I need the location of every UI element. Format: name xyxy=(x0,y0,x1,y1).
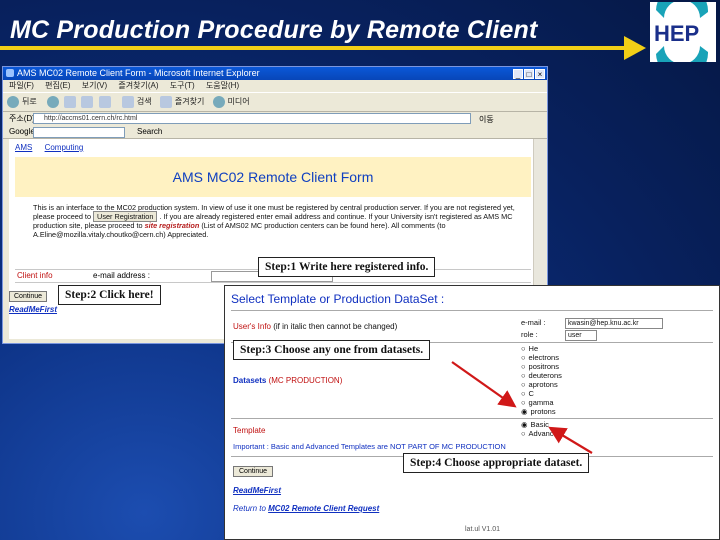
slide-title: MC Production Procedure by Remote Client xyxy=(10,16,538,44)
return-line: Return to MC02 Remote Client Request xyxy=(233,504,379,513)
search-icon[interactable] xyxy=(121,95,134,108)
media-icon[interactable] xyxy=(212,95,225,108)
continue-button[interactable]: Continue xyxy=(9,291,48,302)
role-field-label: role : xyxy=(521,330,538,339)
favorites-label[interactable]: 즐겨찾기 xyxy=(175,97,204,106)
close-button[interactable]: × xyxy=(535,69,545,79)
site-registration-link[interactable]: site registration xyxy=(145,221,200,230)
users-info-note: (if in italic then cannot be changed) xyxy=(273,322,398,331)
hep-logo: HEP xyxy=(650,0,716,80)
users-info-label: User's Info (if in italic then cannot be… xyxy=(233,322,397,331)
maximize-button[interactable]: □ xyxy=(524,69,534,79)
datasets-title: Datasets xyxy=(233,376,267,385)
email-field-label: e-mail : xyxy=(521,318,546,327)
dataset-radio-positrons[interactable]: positrons xyxy=(521,362,562,371)
address-input[interactable]: http://accms01.cern.ch/rc.html xyxy=(33,113,471,124)
browser-toolbar: 뒤로 검색 즐겨찾기 미디어 xyxy=(3,92,547,112)
nav-link-computing[interactable]: Computing xyxy=(45,143,84,152)
important-notice: Important : Basic and Advanced Templates… xyxy=(233,442,506,451)
minimize-button[interactable]: _ xyxy=(513,69,523,79)
step3-callout: Step:3 Choose any one from datasets. xyxy=(233,340,431,360)
menu-view[interactable]: 보기(V) xyxy=(82,81,107,90)
title-arrow-head xyxy=(624,36,646,60)
address-label: 주소(D) xyxy=(9,114,35,123)
dataset-radio-gamma[interactable]: gamma xyxy=(521,398,562,407)
forward-icon[interactable] xyxy=(46,95,59,108)
dataset-radio-group: He electrons positrons deuterons aproton… xyxy=(521,344,562,416)
continue-button-2[interactable]: Continue xyxy=(233,466,274,477)
window-title: AMS MC02 Remote Client Form - Microsoft … xyxy=(17,68,260,78)
email-field[interactable]: kwasin@hep.knu.ac.kr xyxy=(565,318,663,329)
page-header: AMS MC02 Remote Client Form xyxy=(15,157,531,197)
template-radio-group: Basic Advanced xyxy=(521,420,562,438)
divider xyxy=(231,310,713,311)
dataset-radio-c[interactable]: C xyxy=(521,389,562,398)
google-toolbar: Google Search xyxy=(3,126,547,139)
template-label: Template xyxy=(233,426,266,435)
google-search-input[interactable] xyxy=(33,127,125,138)
menu-file[interactable]: 파일(F) xyxy=(9,81,34,90)
menu-edit[interactable]: 편집(E) xyxy=(45,81,70,90)
search-label[interactable]: 검색 xyxy=(137,97,152,106)
email-label: e-mail address : xyxy=(93,271,150,280)
divider xyxy=(231,418,713,419)
client-info-label: Client info xyxy=(17,271,53,280)
back-label[interactable]: 뒤로 xyxy=(22,97,37,106)
window-titlebar: AMS MC02 Remote Client Form - Microsoft … xyxy=(3,67,547,80)
return-link[interactable]: MC02 Remote Client Request xyxy=(268,504,379,513)
menu-help[interactable]: 도움말(H) xyxy=(206,81,239,90)
version-footer: lat.ul V1.01 xyxy=(465,526,501,533)
google-label: Google xyxy=(9,127,35,136)
favorites-icon[interactable] xyxy=(159,95,172,108)
users-info-title: User's Info xyxy=(233,322,271,331)
template-radio-basic[interactable]: Basic xyxy=(521,420,562,429)
dataset-radio-he[interactable]: He xyxy=(521,344,562,353)
readme-link[interactable]: ReadMeFirst xyxy=(9,305,57,314)
title-arrow-shaft xyxy=(0,46,636,50)
datasets-label: Datasets (MC PRODUCTION) xyxy=(233,376,342,385)
ie-icon xyxy=(6,69,14,77)
datasets-subtitle: (MC PRODUCTION) xyxy=(268,376,343,385)
template-selection-page: Select Template or Production DataSet : … xyxy=(224,285,720,540)
google-search-button[interactable]: Search xyxy=(137,126,162,138)
dataset-radio-deuterons[interactable]: deuterons xyxy=(521,371,562,380)
template-radio-advanced[interactable]: Advanced xyxy=(521,429,562,438)
address-bar: 주소(D) http://accms01.cern.ch/rc.html 이동 xyxy=(3,112,547,126)
nav-link-ams[interactable]: AMS xyxy=(15,143,32,152)
menu-bar: 파일(F) 편집(E) 보기(V) 즐겨찾기(A) 도구(T) 도움말(H) xyxy=(3,80,547,92)
refresh-icon[interactable] xyxy=(81,95,94,108)
step2-callout: Step:2 Click here! xyxy=(58,285,161,305)
dataset-radio-electrons[interactable]: electrons xyxy=(521,353,562,362)
return-prefix: Return to xyxy=(233,504,266,513)
role-field: user xyxy=(565,330,597,341)
step1-callout: Step:1 Write here registered info. xyxy=(258,257,436,277)
step4-callout: Step:4 Choose appropriate dataset. xyxy=(403,453,590,473)
stop-icon[interactable] xyxy=(64,95,77,108)
go-button[interactable]: 이동 xyxy=(479,113,494,127)
menu-favorites[interactable]: 즐겨찾기(A) xyxy=(118,81,158,90)
home-icon[interactable] xyxy=(98,95,111,108)
media-label[interactable]: 미디어 xyxy=(228,97,250,106)
dataset-radio-aprotons[interactable]: aprotons xyxy=(521,380,562,389)
selection-title: Select Template or Production DataSet : xyxy=(231,292,445,306)
menu-tools[interactable]: 도구(T) xyxy=(170,81,195,90)
logo-text: HEP xyxy=(654,21,699,46)
readme-link-2[interactable]: ReadMeFirst xyxy=(233,486,281,495)
nav-links: AMS Computing xyxy=(9,139,535,155)
dataset-radio-protons[interactable]: protons xyxy=(521,407,562,416)
back-icon[interactable] xyxy=(7,95,19,108)
